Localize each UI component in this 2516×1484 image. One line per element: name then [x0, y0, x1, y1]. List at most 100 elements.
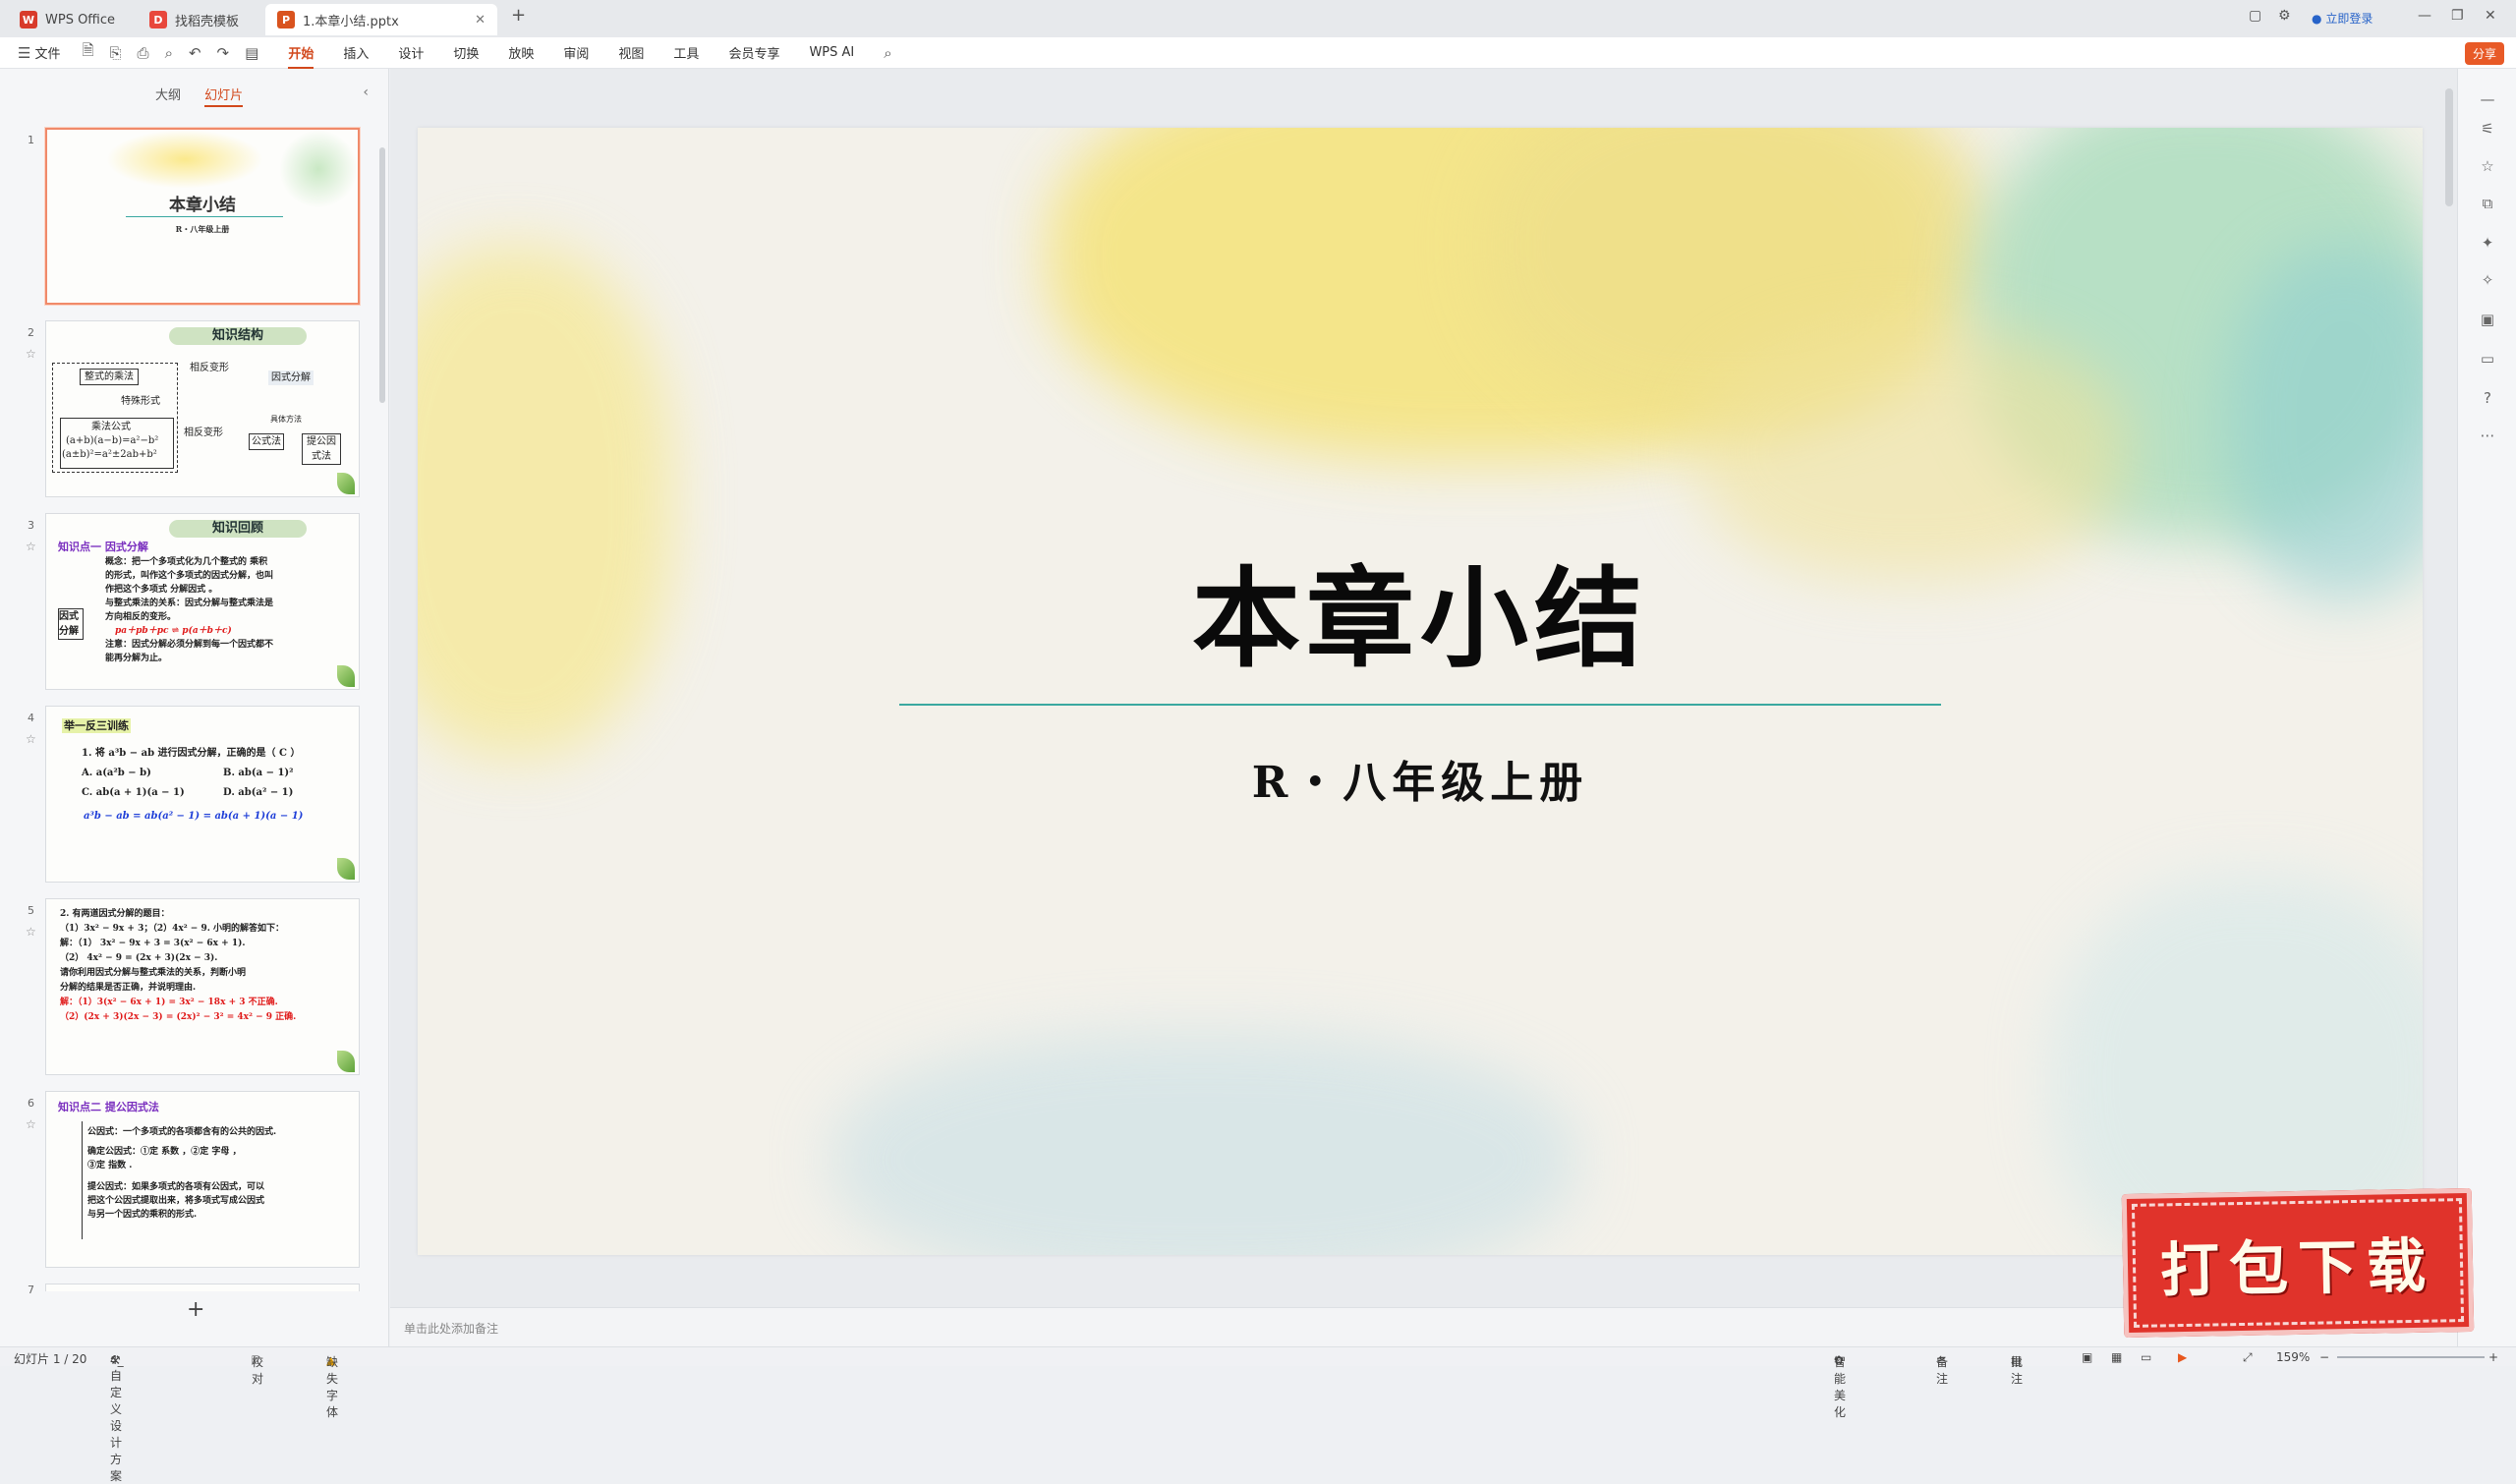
slide-thumbnail-panel: 大纲 幻灯片 ‹ 1 本章小结 R・八年级上册 2 ☆ 知识结构 整式的乘法 相… [0, 69, 389, 1346]
zoom-out-icon[interactable]: − [2319, 1350, 2329, 1364]
zoom-slider[interactable] [2337, 1356, 2485, 1358]
preview-icon[interactable]: ⌕ [165, 44, 173, 62]
current-slide[interactable]: 本章小结 R・八年级上册 [418, 128, 2423, 1255]
ribbon-tab-wps-ai[interactable]: WPS AI [809, 45, 854, 60]
thumb-text: 公因式：一个多项式的各项都含有的公共的因式. 确定公因式：①定 系数 ，②定 字… [87, 1125, 276, 1222]
thumb-text: 特殊形式 [121, 396, 160, 407]
tab-outline[interactable]: 大纲 [155, 88, 181, 103]
ribbon-tab-slideshow[interactable]: 放映 [508, 43, 534, 62]
star-icon[interactable]: ☆ [26, 540, 36, 553]
star-icon[interactable]: ☆ [26, 925, 36, 939]
thumb-line: 概念：把一个多项式化为几个整式的 乘积 [105, 557, 268, 567]
play-icon[interactable]: ▶ [2178, 1350, 2187, 1364]
minimize-icon[interactable]: — [2418, 8, 2431, 24]
zoom-level[interactable]: 159% [2276, 1350, 2310, 1364]
format-painter-icon[interactable]: ▤ [245, 44, 258, 62]
slide-editing-canvas: 本章小结 R・八年级上册 [390, 69, 2457, 1307]
thumb-line: 确定公因式：①定 系数 ，②定 字母 ， [87, 1147, 242, 1157]
close-window-icon[interactable]: ✕ [2485, 8, 2496, 24]
minimize-panel-icon[interactable]: — [2478, 90, 2497, 108]
thumb-line: 方向相反的变形。 [105, 612, 177, 622]
ribbon-tab-home[interactable]: 开始 [288, 43, 314, 69]
fit-icon[interactable]: ⤢ [2243, 1350, 2253, 1365]
slide-number: 1 [28, 134, 34, 146]
star-icon[interactable]: ☆ [26, 347, 36, 361]
star-icon[interactable]: ☆ [2478, 157, 2497, 175]
thumb-heading: 知识点二 提公因式法 [58, 1101, 159, 1113]
print-icon[interactable]: ⎙ [138, 44, 149, 62]
export-pdf-icon[interactable]: ⎘ [110, 44, 122, 62]
reading-view-icon[interactable]: ▭ [2141, 1350, 2151, 1364]
thumb-line: 请你利用因式分解与整式乘法的关系，判断小明 [60, 968, 247, 978]
copy-icon[interactable]: ⧉ [2478, 195, 2497, 212]
ribbon-tab-review[interactable]: 审阅 [563, 43, 589, 62]
thumb-line: （2）(2x + 3)(2x − 3) = (2x)² − 3² = 4x² −… [60, 1012, 297, 1022]
avatar-icon: ● [2312, 12, 2322, 26]
zoom-in-icon[interactable]: + [2488, 1350, 2498, 1364]
slide-thumb-5[interactable]: 2. 有两道因式分解的题目： （1）3x² − 9x + 3；（2）4x² − … [45, 898, 360, 1075]
pin-icon[interactable]: ✧ [2478, 271, 2497, 289]
slide-subtitle[interactable]: R・八年级上册 [418, 747, 2423, 810]
book-icon[interactable]: ▭ [2478, 350, 2497, 368]
tab-pptx[interactable]: P 1.本章小结.pptx ✕ [265, 4, 497, 35]
slide-title[interactable]: 本章小结 [418, 531, 2423, 688]
star-icon[interactable]: ☆ [26, 1117, 36, 1131]
slide-number: 2 [28, 326, 34, 339]
ribbon-tab-insert[interactable]: 插入 [343, 43, 369, 62]
slide-thumb-6[interactable]: 知识点二 提公因式法 公因式：一个多项式的各项都含有的公共的因式. 确定公因式：… [45, 1091, 360, 1268]
slide-thumb-7-partial[interactable] [45, 1284, 360, 1291]
share-button[interactable]: 分享 [2464, 42, 2504, 65]
slide-thumb-1[interactable]: 本章小结 R・八年级上册 [45, 128, 360, 305]
restore-icon[interactable]: ❐ [2451, 8, 2464, 24]
thumb-line: 能再分解为止。 [105, 654, 168, 663]
slide-number: 3 [28, 519, 34, 532]
tab-template[interactable]: D 找稻壳模板 [138, 4, 263, 35]
image-icon[interactable]: ▣ [2478, 311, 2497, 328]
new-tab-icon[interactable]: + [511, 5, 526, 26]
normal-view-icon[interactable]: ▣ [2082, 1350, 2092, 1364]
ribbon-tab-transition[interactable]: 切换 [453, 43, 479, 62]
thumb-line: 解：（1） 3x² − 9x + 3 = 3(x² − 6x + 1). [60, 939, 246, 948]
settings-icon[interactable]: ⚙ [2278, 8, 2291, 24]
thumb-banner: 知识结构 [169, 327, 307, 345]
login-link[interactable]: ● 立即登录 [2312, 10, 2373, 27]
undo-icon[interactable]: ↶ [189, 44, 201, 62]
ribbon-tab-design[interactable]: 设计 [398, 43, 424, 62]
thumb-banner: 知识回顾 [169, 520, 307, 538]
leaf-decoration [337, 665, 355, 687]
thumb-subtitle: R・八年级上册 [175, 224, 230, 234]
search-icon[interactable]: ⌕ [884, 44, 891, 62]
ribbon-tab-member[interactable]: 会员专享 [728, 43, 779, 62]
add-slide-icon[interactable]: + [187, 1297, 204, 1322]
menu-icon[interactable]: ☰ [18, 44, 30, 62]
tab-slides[interactable]: 幻灯片 [204, 88, 244, 107]
sorter-view-icon[interactable]: ▦ [2111, 1350, 2122, 1364]
close-tab-icon[interactable]: ✕ [475, 13, 486, 28]
panel-scrollbar[interactable] [379, 147, 385, 403]
ribbon-tab-tools[interactable]: 工具 [673, 43, 699, 62]
layout-icon[interactable]: ▢ [2249, 8, 2261, 24]
adjust-icon[interactable]: ⚟ [2478, 120, 2497, 138]
slide-number: 5 [28, 904, 34, 917]
thumb-divider [126, 216, 283, 217]
ribbon-tab-view[interactable]: 视图 [618, 43, 644, 62]
slide-thumb-2[interactable]: 知识结构 整式的乘法 相反变形 因式分解 特殊形式 具体方法 乘法公式 (a+b… [45, 320, 360, 497]
file-menu[interactable]: 文件 [34, 43, 60, 62]
star-icon[interactable]: ☆ [26, 732, 36, 746]
download-stamp[interactable]: 打包下载 [2121, 1187, 2475, 1339]
tab-wps-office[interactable]: W WPS Office [8, 4, 136, 35]
slide-thumb-3[interactable]: 知识回顾 知识点一 因式分解 因式分解 概念：把一个多项式化为几个整式的 乘积 … [45, 513, 360, 690]
canvas-scrollbar[interactable] [2445, 88, 2453, 206]
redo-icon[interactable]: ↷ [217, 44, 230, 62]
thumb-bg-wash [106, 130, 263, 189]
help-icon[interactable]: ? [2478, 389, 2497, 407]
slide-thumb-4[interactable]: 举一反三训练 1. 将 a³b − ab 进行因式分解，正确的是（ C ） A.… [45, 706, 360, 883]
magic-icon[interactable]: ✦ [2478, 234, 2497, 252]
thumb-line: 提公因式：如果多项式的各项有公因式，可以 [87, 1182, 265, 1192]
thumb-line: pa＋pb＋pc ⇌ p(a＋b＋c) [115, 626, 232, 636]
slide-number: 6 [28, 1097, 34, 1110]
thumb-line: 注意：因式分解必须分解到每一个因式都不 [105, 640, 274, 650]
more-icon[interactable]: ⋯ [2478, 427, 2497, 444]
collapse-panel-icon[interactable]: ‹ [363, 85, 369, 100]
save-icon[interactable]: 🗎 [82, 40, 93, 65]
